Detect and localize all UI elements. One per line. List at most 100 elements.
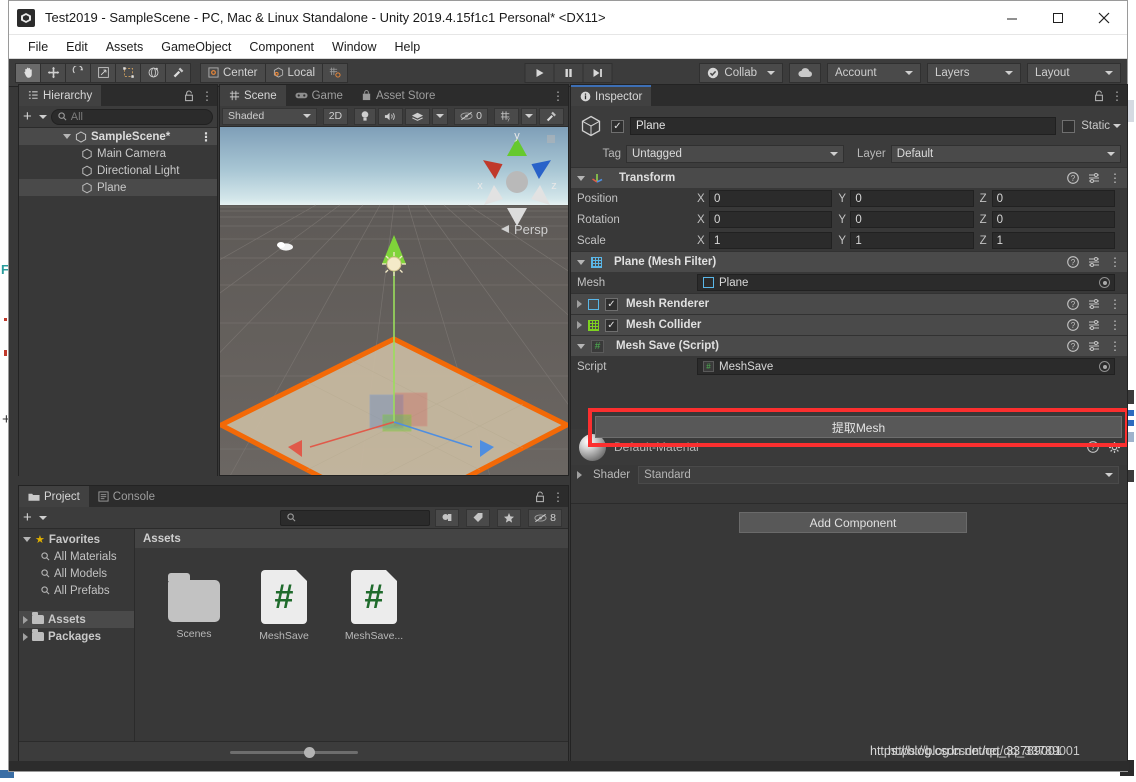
layer-dropdown[interactable]: Default	[891, 145, 1121, 163]
account-button[interactable]: Account	[827, 63, 921, 83]
maximize-button[interactable]	[1035, 1, 1081, 34]
scene-grid-button[interactable]: y	[494, 108, 519, 125]
expand-triangle-icon[interactable]	[577, 344, 585, 349]
pivot-rotation-button[interactable]: Local	[265, 63, 324, 83]
hand-tool-button[interactable]	[15, 63, 41, 83]
cloud-button[interactable]	[789, 63, 821, 83]
lock-icon[interactable]	[184, 90, 194, 102]
project-tree-favorites[interactable]: ★ Favorites	[19, 531, 134, 548]
shader-dropdown[interactable]: Standard	[638, 466, 1119, 484]
preset-icon[interactable]	[1088, 172, 1100, 184]
tab-scene[interactable]: Scene	[220, 85, 286, 106]
hierarchy-scene-menu-icon[interactable]: ⋮	[200, 132, 212, 142]
menu-assets[interactable]: Assets	[97, 37, 153, 57]
extract-mesh-button[interactable]: 提取Mesh	[595, 416, 1122, 438]
component-header-mesh-filter[interactable]: Plane (Mesh Filter) ? ⋮	[571, 251, 1127, 272]
project-content-area[interactable]: Assets Scenes # MeshSave # MeshSave...	[135, 529, 568, 762]
component-header-mesh-renderer[interactable]: ✓ Mesh Renderer ? ⋮	[571, 293, 1127, 314]
tab-project[interactable]: Project	[19, 486, 89, 507]
toggle-2d-button[interactable]: 2D	[323, 108, 348, 125]
gameobject-name-field[interactable]: Plane	[630, 117, 1056, 135]
tab-console[interactable]: Console	[89, 486, 164, 507]
hierarchy-search-input[interactable]: All	[51, 109, 213, 125]
menu-component[interactable]: Component	[240, 37, 323, 57]
menu-window[interactable]: Window	[323, 37, 385, 57]
static-checkbox[interactable]	[1062, 120, 1075, 133]
project-tree-all-models[interactable]: All Models	[19, 565, 134, 582]
menu-file[interactable]: File	[19, 37, 57, 57]
rotate-tool-button[interactable]	[65, 63, 91, 83]
help-icon[interactable]: ?	[1067, 319, 1079, 331]
close-button[interactable]	[1081, 1, 1127, 34]
scale-z-input[interactable]: 1	[992, 232, 1115, 249]
menu-edit[interactable]: Edit	[57, 37, 97, 57]
help-icon[interactable]: ?	[1067, 172, 1079, 184]
asset-item-meshsave[interactable]: # MeshSave	[253, 570, 315, 642]
scale-tool-button[interactable]	[90, 63, 116, 83]
hierarchy-row-directional-light[interactable]: Directional Light	[19, 162, 217, 179]
component-header-mesh-save-script[interactable]: # Mesh Save (Script) ? ⋮	[571, 335, 1127, 356]
project-tree-assets[interactable]: Assets	[19, 611, 134, 628]
component-menu-icon[interactable]: ⋮	[1109, 173, 1121, 183]
project-hidden-count[interactable]: 8	[528, 509, 562, 527]
custom-editor-tool-button[interactable]	[165, 63, 191, 83]
component-header-mesh-collider[interactable]: ✓ Mesh Collider ? ⋮	[571, 314, 1127, 335]
tab-asset-store[interactable]: Asset Store	[352, 85, 444, 106]
script-object-field[interactable]: # MeshSave	[697, 358, 1115, 375]
asset-type-filter-button[interactable]	[435, 509, 459, 527]
grid-snap-button[interactable]	[322, 63, 348, 83]
rotation-z-input[interactable]: 0	[992, 211, 1115, 228]
hierarchy-row-main-camera[interactable]: Main Camera	[19, 145, 217, 162]
tab-hierarchy[interactable]: Hierarchy	[19, 85, 101, 106]
preset-icon[interactable]	[1088, 340, 1100, 352]
asset-size-slider[interactable]	[230, 751, 358, 754]
expand-triangle-icon[interactable]	[577, 176, 585, 181]
help-icon[interactable]: ?	[1067, 256, 1079, 268]
lock-icon[interactable]	[535, 491, 545, 503]
object-picker-icon[interactable]	[1099, 361, 1110, 372]
hierarchy-row-plane[interactable]: Plane	[19, 179, 217, 196]
menu-gameobject[interactable]: GameObject	[152, 37, 240, 57]
scene-menu-icon[interactable]: ⋮	[552, 91, 564, 101]
preset-icon[interactable]	[1088, 319, 1100, 331]
asset-item-scenes[interactable]: Scenes	[163, 570, 225, 642]
static-dropdown[interactable]: Static	[1081, 120, 1121, 132]
layout-button[interactable]: Layout	[1027, 63, 1121, 83]
help-icon[interactable]: ?	[1067, 340, 1079, 352]
move-tool-button[interactable]	[40, 63, 66, 83]
play-button[interactable]	[525, 63, 555, 83]
project-tree-packages[interactable]: Packages	[19, 628, 134, 645]
menu-help[interactable]: Help	[385, 37, 429, 57]
component-menu-icon[interactable]: ⋮	[1109, 257, 1121, 267]
pause-button[interactable]	[554, 63, 584, 83]
component-header-transform[interactable]: Transform ? ⋮	[571, 167, 1127, 188]
component-menu-icon[interactable]: ⋮	[1109, 320, 1121, 330]
project-tree-all-materials[interactable]: All Materials	[19, 548, 134, 565]
tag-dropdown[interactable]: Untagged	[626, 145, 844, 163]
tab-game[interactable]: Game	[286, 85, 352, 106]
slider-knob[interactable]	[304, 747, 315, 758]
scale-x-input[interactable]: 1	[709, 232, 832, 249]
preset-icon[interactable]	[1088, 298, 1100, 310]
scene-lighting-button[interactable]	[354, 108, 376, 125]
label-filter-button[interactable]	[466, 509, 490, 527]
project-search-input[interactable]	[280, 510, 430, 526]
scene-fx-button[interactable]	[405, 108, 430, 125]
rotation-y-input[interactable]: 0	[850, 211, 973, 228]
component-menu-icon[interactable]: ⋮	[1109, 299, 1121, 309]
mesh-object-field[interactable]: Plane	[697, 274, 1115, 291]
draw-mode-dropdown[interactable]: Shaded	[222, 108, 317, 125]
create-object-button[interactable]: +	[23, 108, 47, 125]
scene-fx-dropdown[interactable]	[432, 108, 448, 125]
inspector-menu-icon[interactable]: ⋮	[1111, 91, 1123, 101]
step-button[interactable]	[583, 63, 613, 83]
scene-audio-button[interactable]	[378, 108, 403, 125]
transform-tool-button[interactable]	[140, 63, 166, 83]
expand-triangle-icon[interactable]	[577, 260, 585, 265]
help-icon[interactable]: ?	[1067, 298, 1079, 310]
expand-triangle-icon[interactable]	[23, 633, 28, 641]
scale-y-input[interactable]: 1	[850, 232, 973, 249]
expand-triangle-icon[interactable]	[577, 300, 582, 308]
collab-button[interactable]: Collab	[699, 63, 783, 83]
hierarchy-menu-icon[interactable]: ⋮	[201, 91, 213, 101]
